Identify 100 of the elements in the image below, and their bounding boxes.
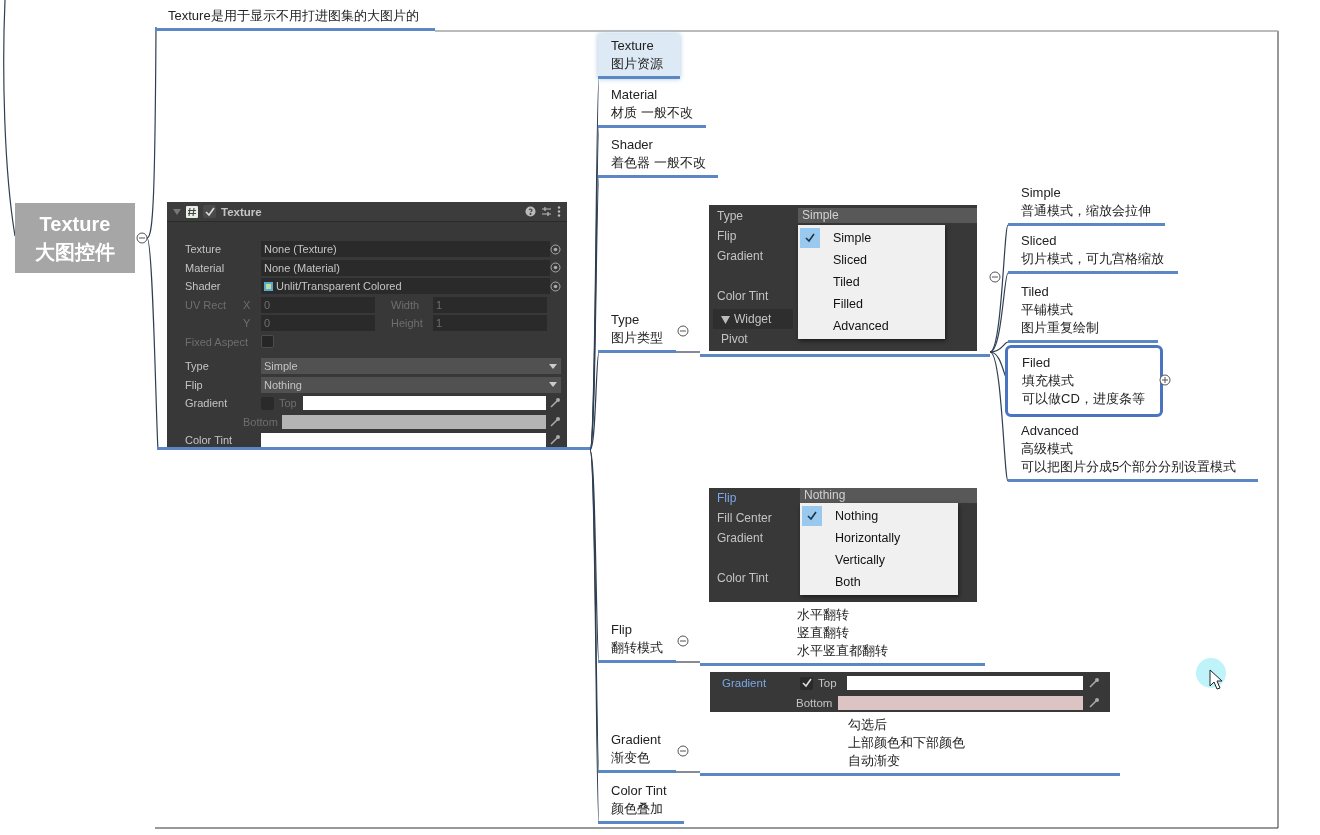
node-title: Texture — [611, 37, 655, 55]
field-label: Texture — [184, 242, 223, 258]
field-label: Flip — [184, 377, 204, 393]
mindmap-node[interactable]: Gradient 渐变色 — [598, 728, 676, 773]
mindmap-node[interactable]: Color Tint 颜色叠加 — [598, 779, 684, 824]
mindmap-node[interactable]: Type 图片类型 — [598, 308, 676, 353]
mindmap-node[interactable]: Gradient Top Bottom 勾选后 上部颜色和下部颜色 自动渐变 — [700, 672, 1120, 776]
node-title: Simple — [1021, 184, 1062, 202]
field-label: Color Tint — [716, 570, 770, 587]
menu-item[interactable]: Nothing — [800, 505, 958, 527]
field-label: Bottom — [796, 695, 833, 711]
field-label: Color Tint — [716, 288, 770, 305]
caret-icon[interactable] — [721, 315, 730, 324]
node-note: 平铺模式 — [1021, 301, 1074, 319]
field-label: Fill Center — [716, 510, 773, 527]
target-icon[interactable] — [550, 262, 561, 274]
kebab-menu-icon[interactable] — [557, 206, 561, 217]
color-swatch[interactable] — [838, 695, 1083, 710]
node-note: 竖直翻转 — [797, 624, 850, 642]
field-label: Flip — [716, 490, 738, 507]
eyedropper-icon[interactable] — [549, 434, 561, 447]
mindmap-node[interactable]: Texture是用于显示不用打进图集的大图片的 — [155, 4, 435, 31]
menu-item[interactable]: Horizontally — [800, 527, 958, 549]
collapse-icon[interactable] — [677, 745, 689, 757]
collapse-icon[interactable] — [677, 325, 689, 337]
node-note: 高级模式 — [1021, 440, 1074, 458]
checkbox[interactable] — [800, 676, 813, 690]
mindmap-node[interactable]: Advanced 高级模式 可以把图片分成5个部分分别设置模式 — [1008, 419, 1258, 482]
node-note: 切片模式，可九宫格缩放 — [1021, 250, 1165, 268]
node-note: 材质 一般不改 — [611, 104, 694, 122]
field-label: Gradient — [716, 530, 765, 547]
node-note: 水平竖直都翻转 — [797, 642, 889, 660]
eyedropper-icon[interactable] — [549, 415, 561, 428]
node-note: 渐变色 — [611, 749, 651, 767]
field-label: Shader — [184, 279, 222, 295]
node-title: Tiled — [1021, 283, 1050, 301]
object-field[interactable]: None (Texture) — [261, 241, 550, 258]
collapse-icon[interactable] — [989, 271, 1001, 283]
node-note: 图片重复绘制 — [1021, 319, 1100, 337]
dropdown[interactable]: Simple — [798, 208, 977, 223]
script-icon — [186, 205, 198, 218]
mindmap-node[interactable]: Material 材质 一般不改 — [598, 83, 706, 128]
component-title: Texture — [221, 204, 263, 220]
mindmap-node[interactable]: Flip 翻转模式 — [598, 618, 676, 663]
collapse-icon[interactable] — [677, 635, 689, 647]
color-swatch[interactable] — [846, 676, 1083, 691]
node-note: 可以把图片分成5个部分分别设置模式 — [1021, 458, 1238, 476]
mindmap-node[interactable]: Filed 填充模式 可以做CD，进度条等 — [1005, 345, 1163, 417]
node-note: 着色器 一般不改 — [611, 154, 707, 172]
node-title: Texture — [38, 212, 112, 237]
section-header: Widget — [734, 312, 772, 326]
dropdown[interactable]: Nothing — [261, 376, 561, 393]
node-title: Sliced — [1021, 232, 1058, 250]
menu-item[interactable]: Simple — [798, 227, 945, 249]
connector-line — [675, 661, 701, 663]
caret-icon — [549, 363, 557, 369]
node-title: Type — [611, 311, 641, 329]
help-icon[interactable] — [525, 206, 536, 217]
node-note: 水平翻转 — [797, 606, 850, 624]
dropdown[interactable]: Nothing — [800, 488, 977, 503]
field-label: Type — [184, 359, 210, 375]
mindmap-node[interactable]: Simple 普通模式，缩放会拉伸 — [1008, 181, 1165, 226]
eyedropper-icon[interactable] — [549, 397, 561, 410]
node-note: 大图控件 — [34, 240, 116, 265]
menu-item[interactable]: Vertically — [800, 549, 958, 571]
menu-item[interactable]: Advanced — [798, 315, 945, 337]
node-note: 上部颜色和下部颜色 — [848, 734, 966, 752]
node-title: Color Tint — [611, 782, 668, 800]
object-field[interactable]: None (Material) — [261, 259, 550, 276]
eyedropper-icon[interactable] — [1088, 696, 1100, 709]
node-note: 翻转模式 — [611, 639, 664, 657]
mindmap-node[interactable]: Flip Fill Center Gradient Color Tint Nothing Nothing Horizontally Vertically Both 水平翻转 竖直翻转 水平竖直都翻转 — [700, 488, 985, 666]
target-icon[interactable] — [550, 280, 561, 292]
mindmap-node[interactable]: Shader 着色器 一般不改 — [598, 133, 718, 178]
field-label: Gradient — [721, 676, 768, 692]
mindmap-node[interactable]: Texture 图片资源 — [598, 34, 680, 79]
check-icon — [806, 510, 818, 522]
field-label: Flip — [716, 228, 738, 245]
node-title: Gradient — [611, 731, 662, 749]
checkbox[interactable] — [203, 205, 216, 218]
object-field[interactable]: Unlit/Transparent Colored — [261, 278, 550, 295]
target-icon[interactable] — [550, 243, 561, 255]
field-label: Pivot — [720, 331, 749, 348]
node-title: Flip — [611, 621, 633, 639]
menu-item[interactable]: Filled — [798, 293, 945, 315]
dropdown[interactable]: Simple — [261, 358, 561, 375]
node-note: 图片类型 — [611, 329, 664, 347]
menu-item[interactable]: Tiled — [798, 271, 945, 293]
collapse-icon[interactable] — [136, 232, 148, 244]
node-note: 勾选后 — [848, 716, 888, 734]
menu-item[interactable]: Both — [800, 571, 958, 593]
expand-icon[interactable] — [1159, 374, 1171, 386]
sliders-icon[interactable] — [541, 206, 552, 217]
eyedropper-icon[interactable] — [1088, 677, 1100, 690]
mindmap-node[interactable]: Sliced 切片模式，可九宫格缩放 — [1008, 229, 1178, 274]
color-swatch[interactable] — [261, 433, 546, 448]
mindmap-node[interactable]: Type Flip Gradient Color Tint Widget Pivot Simple Simple Sliced Tiled Filled Advanced — [700, 205, 990, 357]
node-title: Texture是用于显示不用打进图集的大图片的 — [168, 7, 420, 25]
menu-item[interactable]: Sliced — [798, 249, 945, 271]
mindmap-node[interactable]: Tiled 平铺模式 图片重复绘制 — [1008, 280, 1158, 343]
